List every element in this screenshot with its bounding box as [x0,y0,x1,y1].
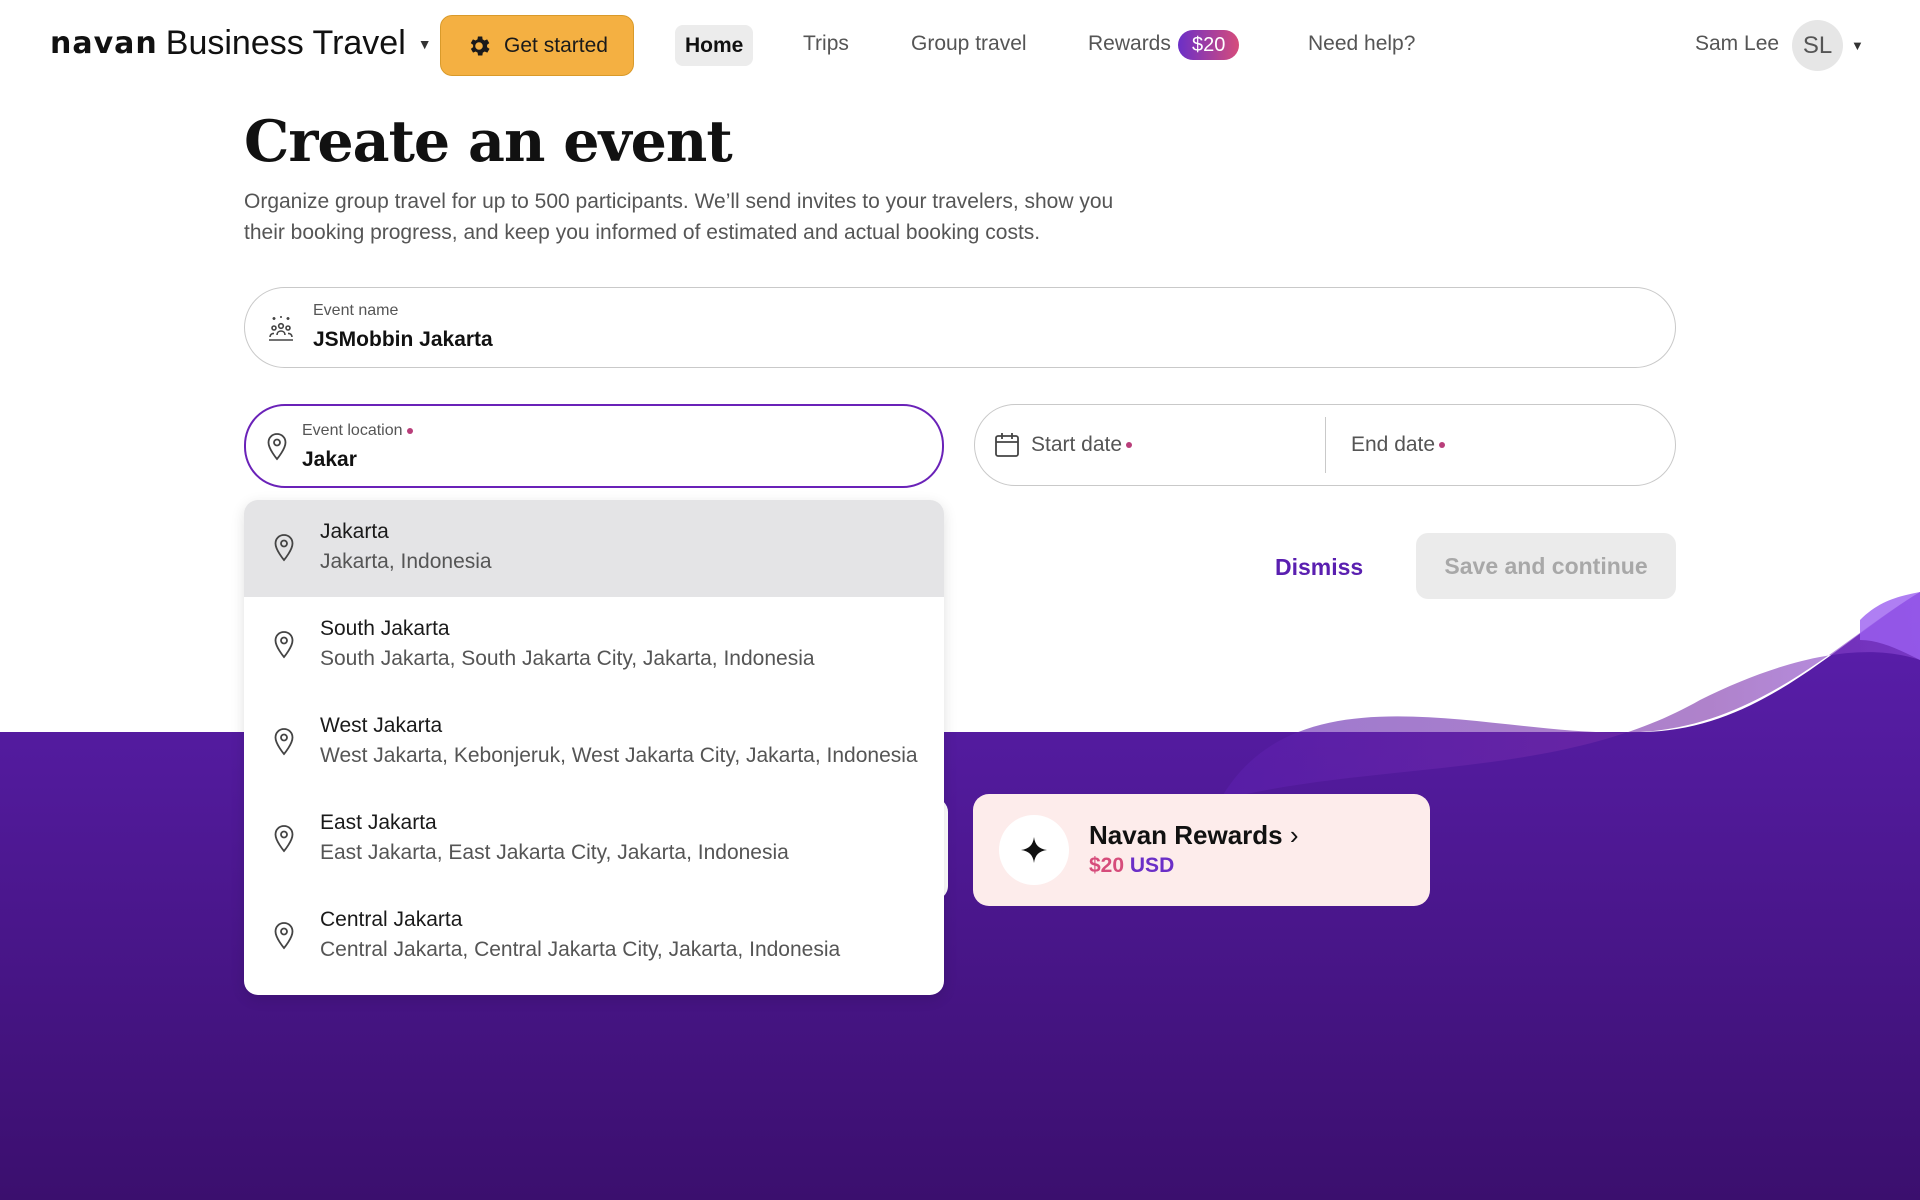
start-date-input[interactable]: Start date [1031,433,1133,457]
suggestion-item[interactable]: Jakarta Jakarta, Indonesia [244,500,944,597]
sparkle-icon [1021,837,1047,863]
save-and-continue-button[interactable]: Save and continue [1416,533,1676,599]
suggestion-subtitle: West Jakarta, Kebonjeruk, West Jakarta C… [320,744,918,767]
suggestion-title: Central Jakarta [320,908,463,931]
sparkle-icon-container [999,815,1069,885]
location-pin-icon [274,534,294,562]
suggestion-item[interactable]: Central Jakarta Central Jakarta, Central… [244,888,944,985]
get-started-label: Get started [504,33,608,57]
suggestion-subtitle: East Jakarta, East Jakarta City, Jakarta… [320,841,789,864]
end-date-input[interactable]: End date [1351,433,1446,457]
nav-rewards[interactable]: Rewards [1088,32,1171,56]
required-indicator [1126,442,1133,449]
suggestion-title: South Jakarta [320,617,450,640]
suggestion-subtitle: Jakarta, Indonesia [320,550,492,573]
get-started-button[interactable]: Get started [440,15,634,76]
rewards-amount-value: $20 [1089,854,1125,877]
rewards-balance-badge[interactable]: $20 [1178,30,1240,60]
location-suggestions-dropdown: Jakarta Jakarta, Indonesia South Jakarta… [244,500,944,995]
rewards-amount: $20 USD [1089,854,1174,878]
event-location-input[interactable]: Jakar [302,448,357,472]
date-divider [1325,417,1326,473]
location-pin-icon [267,433,287,461]
event-name-field[interactable]: Event name JSMobbin Jakarta [244,287,1676,368]
page-description: Organize group travel for up to 500 part… [244,190,1114,244]
gear-icon [470,35,490,56]
rewards-title: Navan Rewards › [1089,820,1299,850]
brand-switcher[interactable]: navan Business Travel ▼ [50,24,432,63]
user-name[interactable]: Sam Lee [1695,32,1779,56]
location-pin-icon [274,728,294,756]
navan-logo: navan [50,26,158,61]
product-name: Business Travel [165,24,406,62]
chevron-right-icon: › [1289,820,1299,850]
date-range-field: Start date End date [974,404,1676,486]
chevron-down-icon: ▼ [417,35,432,52]
suggestion-title: Jakarta [320,520,389,543]
event-location-label: Event location [302,422,413,440]
event-name-value[interactable]: JSMobbin Jakarta [313,328,493,352]
nav-group-travel[interactable]: Group travel [911,32,1027,56]
page-title: Create an event [244,108,733,175]
navan-rewards-card[interactable]: Navan Rewards › $20 USD [973,794,1430,906]
event-name-label: Event name [313,302,399,319]
required-indicator [1439,442,1446,449]
suggestion-subtitle: South Jakarta, South Jakarta City, Jakar… [320,647,815,670]
location-pin-icon [274,825,294,853]
suggestion-subtitle: Central Jakarta, Central Jakarta City, J… [320,938,841,961]
suggestion-item[interactable]: East Jakarta East Jakarta, East Jakarta … [244,791,944,888]
suggestion-item[interactable]: West Jakarta West Jakarta, Kebonjeruk, W… [244,694,944,791]
user-menu-chevron-icon[interactable]: ▼ [1851,38,1864,53]
nav-trips[interactable]: Trips [803,32,849,56]
nav-need-help[interactable]: Need help? [1308,32,1415,56]
nav-home[interactable]: Home [675,25,754,66]
required-indicator [406,427,413,434]
calendar-icon [995,433,1019,457]
avatar[interactable]: SL [1792,20,1843,71]
suggestion-title: West Jakarta [320,714,443,737]
location-pin-icon [274,631,294,659]
suggestion-item[interactable]: South Jakarta South Jakarta, South Jakar… [244,597,944,694]
dismiss-button[interactable]: Dismiss [1275,554,1363,581]
suggestion-title: East Jakarta [320,811,437,834]
top-navigation: navan Business Travel ▼ Get started Home… [0,0,1920,90]
group-people-icon [269,316,293,341]
location-pin-icon [274,922,294,950]
rewards-currency: USD [1129,854,1175,877]
event-location-field[interactable]: Event location Jakar [244,404,944,488]
